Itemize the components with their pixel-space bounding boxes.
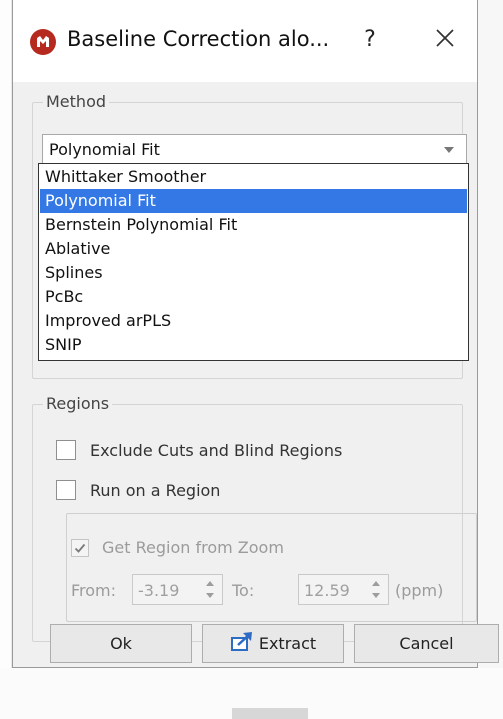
method-group-title: Method	[43, 92, 110, 111]
method-dropdown-list[interactable]: Whittaker Smoother Polynomial Fit Bernst…	[38, 163, 469, 361]
cancel-button[interactable]: Cancel	[354, 624, 499, 663]
spin-up-icon	[372, 581, 380, 586]
exclude-cuts-checkbox[interactable]	[56, 440, 76, 460]
chevron-down-icon[interactable]	[444, 147, 454, 153]
to-label: To:	[232, 581, 255, 600]
from-value: -3.19	[138, 581, 180, 600]
method-option-whittaker-smoother[interactable]: Whittaker Smoother	[40, 165, 467, 189]
method-combobox[interactable]: Polynomial Fit	[42, 134, 467, 164]
method-option-pcbc[interactable]: PcBc	[40, 285, 467, 309]
ppm-unit-label: (ppm)	[395, 581, 444, 600]
spin-down-icon	[206, 593, 214, 598]
from-spinbox: -3.19	[132, 574, 223, 605]
extract-label: Extract	[258, 634, 317, 653]
method-option-splines[interactable]: Splines	[40, 261, 467, 285]
method-option-polynomial-fit[interactable]: Polynomial Fit	[40, 189, 467, 213]
regions-group-title: Regions	[43, 394, 113, 413]
spin-arrows-icon	[372, 579, 382, 600]
title-bar[interactable]: Baseline Correction alo... ?	[13, 0, 477, 82]
cancel-label: Cancel	[399, 634, 454, 653]
method-option-ablative[interactable]: Ablative	[40, 237, 467, 261]
run-on-region-checkbox[interactable]	[56, 480, 76, 500]
method-option-improved-arpls[interactable]: Improved arPLS	[40, 309, 467, 333]
background-window-strip	[0, 0, 12, 719]
exclude-cuts-option[interactable]: Exclude Cuts and Blind Regions	[56, 440, 342, 460]
app-logo-icon	[30, 29, 56, 55]
run-on-region-label: Run on a Region	[90, 480, 221, 500]
extract-button[interactable]: Extract	[202, 624, 344, 663]
from-label: From:	[71, 581, 117, 600]
ok-label: Ok	[110, 634, 132, 653]
close-icon	[435, 28, 455, 52]
help-button[interactable]: ?	[350, 22, 390, 58]
method-option-bernstein-polynomial-fit[interactable]: Bernstein Polynomial Fit	[40, 213, 467, 237]
spin-up-icon	[206, 581, 214, 586]
run-on-region-option[interactable]: Run on a Region	[56, 480, 220, 500]
to-value: 12.59	[304, 581, 350, 600]
get-region-from-zoom-checkbox	[71, 538, 89, 557]
background-partial-content	[232, 708, 308, 719]
method-selected-value: Polynomial Fit	[49, 140, 160, 159]
get-region-from-zoom-label: Get Region from Zoom	[102, 538, 284, 557]
method-option-snip[interactable]: SNIP	[40, 333, 467, 357]
get-region-from-zoom-option: Get Region from Zoom	[71, 538, 284, 557]
ok-button[interactable]: Ok	[50, 624, 192, 663]
close-button[interactable]	[423, 20, 467, 60]
spin-arrows-icon	[206, 579, 216, 600]
extract-icon	[230, 631, 254, 657]
checkmark-icon	[74, 543, 86, 553]
window-title: Baseline Correction alo...	[67, 27, 330, 51]
spin-down-icon	[372, 593, 380, 598]
exclude-cuts-label: Exclude Cuts and Blind Regions	[90, 440, 343, 460]
region-settings-box	[66, 513, 477, 622]
to-spinbox: 12.59	[298, 574, 389, 605]
